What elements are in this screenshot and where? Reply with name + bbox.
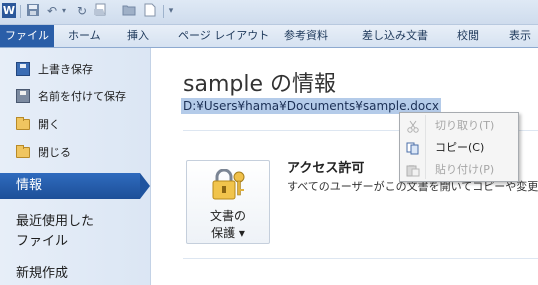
undo-icon[interactable]: ↶ <box>44 3 60 19</box>
open-icon[interactable] <box>92 3 108 19</box>
tab-view[interactable]: 表示 <box>509 25 531 47</box>
new-document-icon[interactable] <box>142 3 158 19</box>
nav-save-label: 上書き保存 <box>38 63 93 76</box>
tab-file[interactable]: ファイル <box>0 25 54 47</box>
menu-item-paste-label: 貼り付け(P) <box>435 163 495 176</box>
protect-label-line2: 保護 ▾ <box>211 226 245 240</box>
protect-document-button[interactable]: 文書の 保護 ▾ <box>186 160 270 244</box>
quick-access-toolbar: W ↶ ▾ ↻ ▾ <box>0 0 538 25</box>
permissions-heading: アクセス許可 <box>287 161 365 176</box>
menu-item-paste[interactable]: 貼り付け(P) <box>402 159 516 180</box>
save-as-icon <box>16 89 30 103</box>
lock-key-icon <box>212 169 245 200</box>
tab-page-layout[interactable]: ページ レイアウト <box>178 25 269 47</box>
open-folder-icon <box>16 117 30 130</box>
tab-mailings[interactable]: 差し込み文書 <box>362 25 428 47</box>
tab-references[interactable]: 参考資料 <box>284 25 328 47</box>
toolbar-separator <box>20 5 21 18</box>
nav-recent-label-1: 最近使用した <box>16 214 95 229</box>
nav-open-label: 開く <box>38 118 60 131</box>
tab-home[interactable]: ホーム <box>68 25 101 47</box>
save-icon[interactable] <box>25 3 41 19</box>
menu-item-copy-label: コピー(C) <box>435 141 485 154</box>
context-menu: 切り取り(T) コピー(C) 貼り付け(P) <box>399 112 519 182</box>
menu-item-copy[interactable]: コピー(C) <box>402 137 516 158</box>
nav-close-label: 閉じる <box>38 146 71 159</box>
copy-icon <box>406 141 420 155</box>
nav-recent[interactable]: 最近使用した ファイル <box>16 212 94 252</box>
nav-info-label: 情報 <box>16 178 43 193</box>
nav-save-as-label: 名前を付けて保存 <box>38 90 126 103</box>
undo-dropdown-icon[interactable]: ▾ <box>60 3 68 19</box>
ribbon-tab-bar: ファイル ホーム 挿入 ページ レイアウト 参考資料 差し込み文書 校閲 表示 <box>0 25 538 48</box>
nav-new[interactable]: 新規作成 <box>16 264 68 284</box>
menu-item-cut[interactable]: 切り取り(T) <box>402 115 516 136</box>
page-title: sample の情報 <box>183 72 336 97</box>
nav-recent-label-2: ファイル <box>16 234 69 249</box>
redo-icon[interactable]: ↻ <box>74 3 90 19</box>
scissors-icon <box>406 119 420 133</box>
section-divider <box>183 258 538 259</box>
menu-item-cut-label: 切り取り(T) <box>435 119 495 132</box>
close-folder-icon <box>16 145 30 158</box>
save-icon <box>16 62 30 76</box>
nav-info[interactable]: 情報 <box>0 173 150 199</box>
tab-review[interactable]: 校閲 <box>457 25 479 47</box>
word-app-icon[interactable]: W <box>2 3 16 18</box>
open-folder-icon[interactable] <box>121 3 137 19</box>
paste-icon <box>406 163 420 177</box>
toolbar-separator <box>163 5 164 18</box>
customize-toolbar-icon[interactable]: ▾ <box>166 3 176 19</box>
protect-label-line1: 文書の <box>209 209 246 223</box>
tab-insert[interactable]: 挿入 <box>127 25 149 47</box>
